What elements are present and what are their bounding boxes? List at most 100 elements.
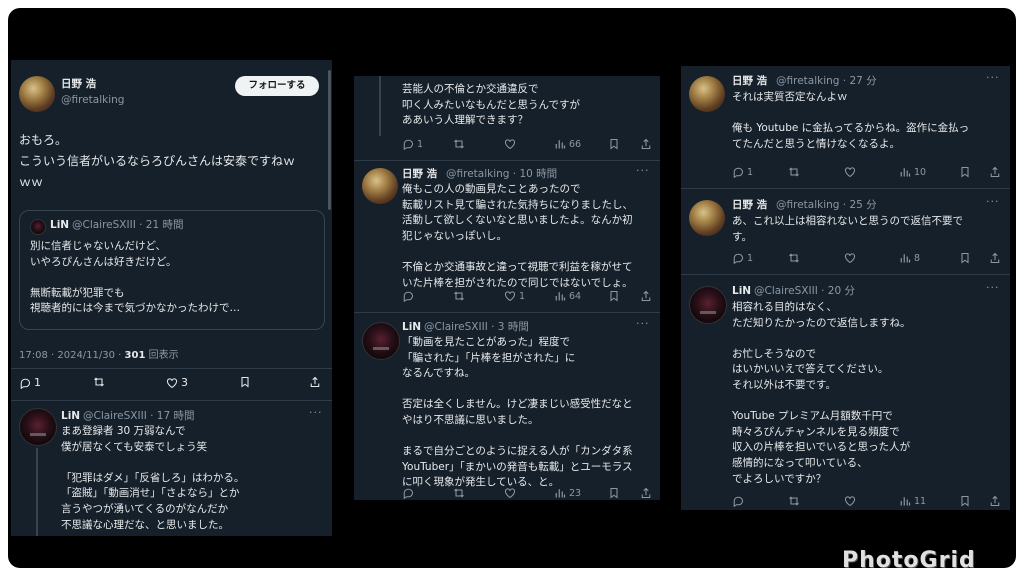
like-button[interactable]: 3 — [166, 376, 188, 389]
share-button[interactable] — [640, 290, 652, 302]
share-button[interactable] — [640, 487, 652, 499]
bookmark-button[interactable] — [959, 252, 971, 264]
chart-icon — [900, 254, 911, 263]
heart-icon — [504, 291, 516, 302]
author-name[interactable]: LiN — [402, 320, 421, 335]
share-icon — [310, 376, 320, 388]
retweet-button[interactable] — [93, 376, 105, 388]
reply-button[interactable]: 1 — [19, 376, 41, 389]
tweet-meta: @firetalking · 25 分 — [776, 199, 877, 211]
retweet-button[interactable] — [788, 252, 800, 264]
like-button[interactable] — [504, 487, 516, 499]
more-icon[interactable]: ··· — [309, 406, 323, 419]
more-icon[interactable]: ··· — [636, 317, 650, 330]
bookmark-button[interactable] — [239, 376, 251, 388]
retweet-button[interactable] — [453, 487, 465, 499]
tweet-timestamp: 17:08 · 2024/11/30 · 301 回表示 — [19, 350, 179, 361]
bookmark-button[interactable] — [959, 166, 971, 178]
avatar[interactable] — [689, 200, 725, 236]
reply-icon — [733, 167, 744, 178]
retweet-button[interactable] — [788, 495, 800, 507]
more-icon[interactable]: ··· — [986, 71, 1000, 84]
retweet-button[interactable] — [453, 138, 465, 150]
retweet-icon — [454, 139, 464, 149]
reply-button[interactable]: 1 — [402, 138, 423, 150]
tweet-actions: 23 — [354, 487, 660, 500]
reply-button[interactable] — [732, 495, 747, 507]
like-button[interactable] — [504, 138, 516, 150]
tweet-text: それは実質否定なんよｗ 俺も Youtube に金払ってるからね。盗作に金払っ … — [732, 91, 970, 150]
follow-button[interactable]: フォローする — [235, 76, 319, 96]
like-button[interactable] — [844, 495, 856, 507]
quoted-tweet[interactable]: LiN @ClaireSXIII · 21 時間 別に信者じゃないんだけど、 い… — [19, 210, 325, 330]
views-stat[interactable]: 66 — [554, 138, 581, 150]
views-stat[interactable]: 8 — [899, 252, 920, 264]
scrollbar[interactable] — [328, 70, 331, 210]
share-button[interactable] — [989, 495, 1001, 507]
like-button[interactable] — [844, 166, 856, 178]
reply-button[interactable] — [402, 487, 417, 499]
more-icon[interactable]: ··· — [636, 164, 650, 177]
more-icon[interactable]: ··· — [986, 195, 1000, 208]
tweet-meta: @firetalking · 10 時間 — [446, 168, 558, 180]
avatar — [30, 219, 46, 235]
divider — [354, 312, 660, 313]
bookmark-button[interactable] — [959, 495, 971, 507]
share-button[interactable] — [309, 376, 321, 388]
author-name[interactable]: 日野 浩 — [61, 77, 96, 92]
share-button[interactable] — [989, 166, 1001, 178]
avatar[interactable] — [19, 76, 55, 112]
avatar[interactable] — [362, 322, 400, 360]
views-stat[interactable]: 23 — [554, 487, 581, 499]
tweet-text: あ、これ以上は相容れないと思うので返信不要で す。 — [732, 215, 963, 243]
chart-icon — [555, 489, 566, 498]
bookmark-button[interactable] — [608, 290, 620, 302]
retweet-button[interactable] — [453, 290, 465, 302]
bookmark-icon — [961, 166, 969, 178]
avatar[interactable] — [19, 408, 57, 446]
author-name[interactable]: 日野 浩 — [732, 198, 767, 213]
views-stat[interactable]: 10 — [899, 166, 926, 178]
tweet-meta: @ClaireSXIII · 20 分 — [754, 285, 856, 297]
author-name[interactable]: LiN — [732, 284, 751, 299]
reply-icon — [733, 253, 744, 264]
views-stat[interactable]: 64 — [554, 290, 581, 302]
thread-line — [36, 448, 38, 536]
reply-icon — [403, 488, 414, 499]
retweet-icon — [94, 377, 104, 387]
like-button[interactable]: 1 — [504, 290, 525, 302]
reply-button[interactable]: 1 — [732, 166, 753, 178]
divider — [354, 160, 660, 161]
author-name[interactable]: LiN — [61, 409, 80, 424]
heart-icon — [504, 488, 516, 499]
bookmark-icon — [961, 495, 969, 507]
share-icon — [641, 138, 651, 150]
reply-button[interactable]: 1 — [732, 252, 753, 264]
tweet-text: 「動画を見たことがあった」程度で 「騙された」「片棒を担がされた」に なるんです… — [402, 336, 633, 489]
tweet-meta: @firetalking · 27 分 — [776, 75, 877, 87]
avatar[interactable] — [689, 76, 725, 112]
share-icon — [641, 290, 651, 302]
author-name[interactable]: 日野 浩 — [402, 167, 437, 182]
views-stat[interactable]: 11 — [899, 495, 926, 507]
share-button[interactable] — [640, 138, 652, 150]
author-name[interactable]: 日野 浩 — [732, 74, 767, 89]
like-button[interactable] — [844, 252, 856, 264]
tweet-meta: @ClaireSXIII · 17 時間 — [83, 410, 195, 422]
divider — [681, 274, 1010, 275]
avatar[interactable] — [689, 286, 727, 324]
retweet-button[interactable] — [788, 166, 800, 178]
avatar[interactable] — [362, 168, 398, 204]
more-icon[interactable]: ··· — [986, 281, 1000, 294]
share-icon — [990, 166, 1000, 178]
bookmark-icon — [610, 487, 618, 499]
share-button[interactable] — [989, 252, 1001, 264]
quote-author-name: LiN — [50, 219, 70, 231]
bookmark-button[interactable] — [608, 138, 620, 150]
divider — [11, 368, 332, 369]
bookmark-button[interactable] — [608, 487, 620, 499]
tweet-meta: @ClaireSXIII · 3 時間 — [424, 321, 529, 333]
chart-icon — [555, 292, 566, 301]
reply-button[interactable] — [402, 290, 417, 302]
author-handle[interactable]: @firetalking — [61, 93, 124, 108]
